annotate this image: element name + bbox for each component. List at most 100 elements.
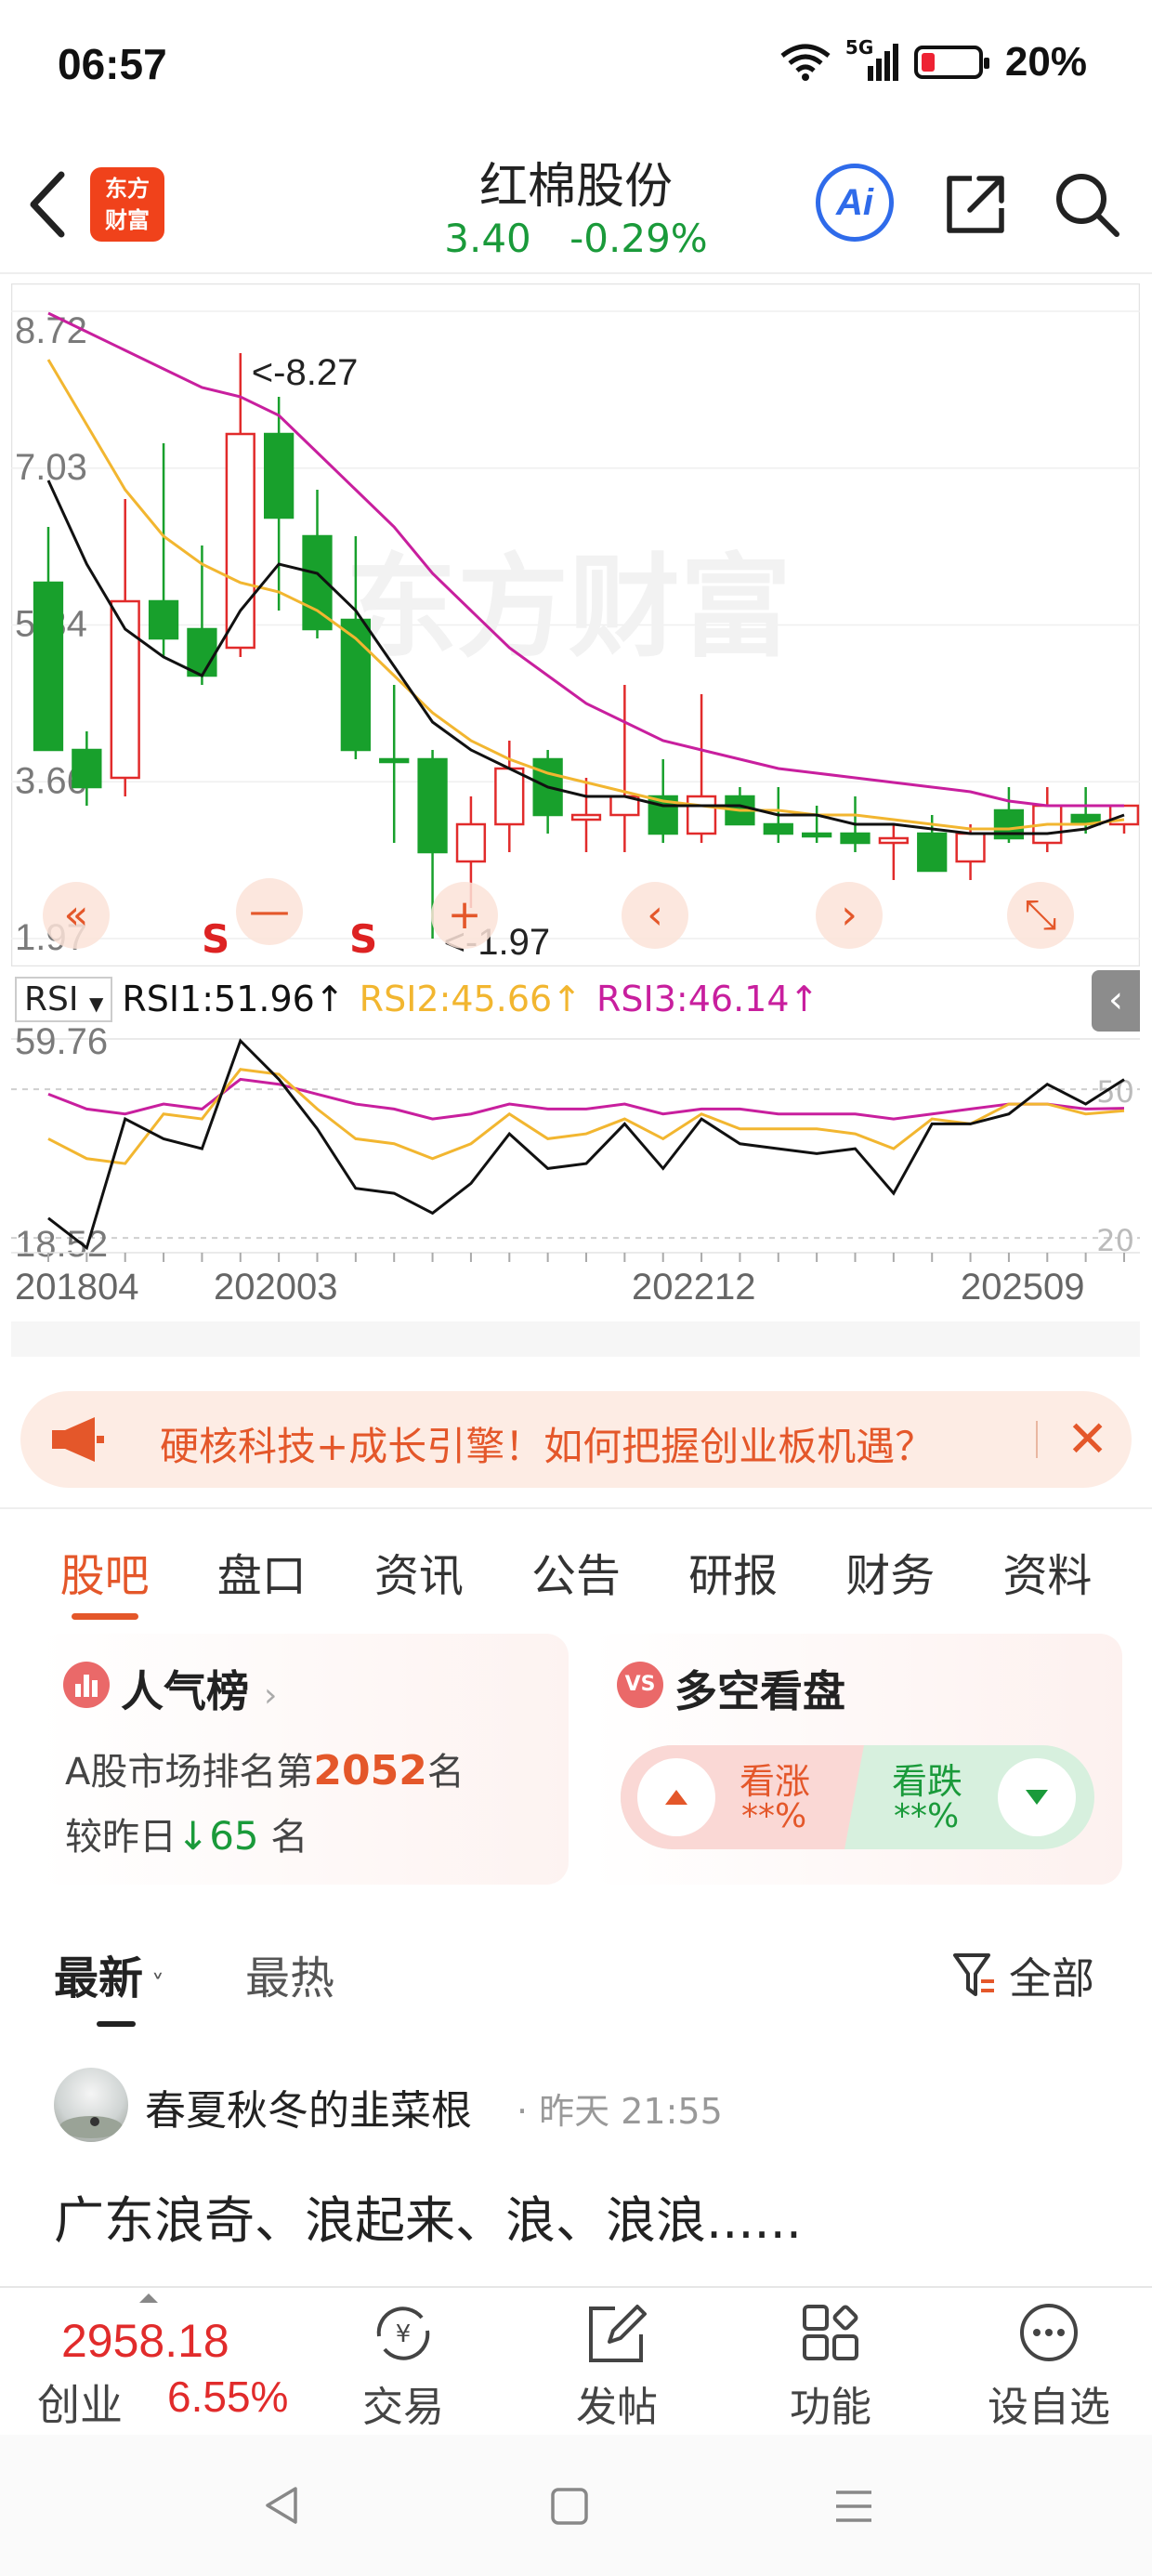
close-icon[interactable]: ✕ [1067,1410,1108,1468]
vote-up-label: 看涨 [740,1761,811,1802]
tab-guba[interactable]: 股吧 [60,1509,150,1620]
candle-body [570,813,602,821]
candle-body [802,832,832,838]
price-tick-label: 8.72 [15,310,87,351]
tab-announcements[interactable]: 公告 [531,1509,621,1619]
rsi1-value: RSI1:51.96↑ [122,979,345,1019]
rewind-icon-glyph: « [64,891,89,939]
chart-footer [11,1321,1140,1357]
filter-button[interactable]: 全部 [951,1945,1094,2006]
feed-tab-latest[interactable]: 最新 ˅ [54,1941,164,2006]
high-marker: <-8.27 [252,352,359,393]
sell-signal: S [202,916,229,962]
bar-chart-icon [63,1662,110,1708]
sentiment-card[interactable]: VS 多空看盘 看涨 **% 看跌 **% [591,1634,1122,1885]
nav-back-icon[interactable] [262,2485,303,2526]
add-watchlist-button[interactable]: 设自选 [979,2301,1119,2433]
functions-button[interactable]: 功能 [766,2301,896,2433]
expand-icon-glyph: ⤡ [1024,891,1056,939]
feed-tab-indicator [97,2021,136,2027]
zoom-out-icon-glyph: — [249,887,290,935]
stock-header: 东方 财富 红棉股份 3.40 -0.29% Ai [0,139,1152,274]
zoom-in-icon-glyph: + [448,891,482,939]
candle-body [878,836,909,845]
nav-menu-icon[interactable] [832,2487,875,2526]
banner-text: 硬核科技+成长引擎！如何把握创业板机遇？ [160,1424,935,1469]
candle-body [840,832,871,845]
avatar[interactable] [54,2068,128,2142]
kline-chart[interactable]: 8.727.035.343.661.97东方财富<-8.27<-1.97SS«—… [11,283,1140,966]
ai-assistant-button[interactable]: Ai [816,164,894,242]
tab-pankou[interactable]: 盘口 [217,1509,307,1619]
tab-research[interactable]: 研报 [688,1509,778,1619]
date-label: 201804 [15,1267,138,1308]
rank-line: A股市场排名第2052名 [65,1741,465,1795]
rank-prefix: A股市场排名第 [65,1751,314,1794]
promo-banner[interactable]: 硬核科技+成长引擎！如何把握创业板机遇？ ✕ [20,1391,1132,1488]
vote-down-button[interactable] [998,1758,1076,1836]
candle-body [455,822,487,863]
vote-down-label: 看跌 [892,1761,963,1802]
vs-icon: VS [617,1662,663,1708]
rank-value: 2052 [313,1747,427,1794]
candle-body [264,432,295,519]
tab-finance[interactable]: 财务 [845,1509,935,1619]
search-button[interactable] [1050,167,1124,242]
indicator-selector[interactable]: RSI ▼ [15,976,113,1022]
status-icons: 5G 20% [779,36,1087,85]
index-change: 6.55% [167,2372,289,2421]
change-prefix: 较昨日 [65,1816,177,1859]
battery-icon [913,46,989,79]
sentiment-title: 多空看盘 [674,1666,845,1716]
stock-chart[interactable]: 8.727.035.343.661.97东方财富<-8.27<-1.97SS«—… [11,283,1140,1368]
date-label: 202003 [214,1267,337,1308]
megaphone-icon [52,1417,104,1462]
candle-body [763,822,793,835]
arrow-down-icon: ↓ [177,1813,210,1859]
tab-news[interactable]: 资讯 [374,1509,464,1619]
share-button[interactable] [938,167,1013,242]
indicator-name: RSI [24,979,79,1019]
index-value: 2958.18 [61,2315,229,2367]
stock-price: 3.40 [444,216,531,261]
rsi2-value: RSI2:45.66↑ [359,979,583,1019]
filter-icon [953,1953,994,1996]
candle-body [417,757,448,854]
sell-signal: S [349,916,377,962]
chevron-left-icon-glyph: ‹ [647,891,663,939]
trade-icon: ¥ [376,2307,430,2360]
more-icon [1020,2304,1078,2361]
rsi3-value: RSI3:46.14↑ [596,979,819,1019]
post-meta: · 昨天 21:55 [517,2091,723,2132]
candle-body [955,832,986,863]
chevron-right-icon-glyph: › [841,891,857,939]
vote-up-button[interactable] [637,1758,715,1836]
feed-tabs: 最新 ˅ 最热 全部 [0,1938,1152,2031]
candle-body [33,581,64,752]
popularity-card[interactable]: 人气榜 › A股市场排名第2052名 较昨日↓65 名 [37,1634,569,1885]
rsi3-line [47,1077,1125,1121]
post-button[interactable]: 发帖 [552,2301,682,2433]
post-item[interactable]: 春夏秋冬的韭菜根 · 昨天 21:55 广东浪奇、浪起来、浪、浪浪...... [0,2068,1152,2281]
feed-tab-latest-label: 最新 [54,1952,144,2004]
chevron-left-icon[interactable]: ‹ [1092,970,1140,1032]
feed-tab-hot[interactable]: 最热 [245,1941,334,2006]
rsi2-line [47,1068,1125,1165]
trade-label: 交易 [362,2384,444,2431]
trade-button[interactable]: ¥ 交易 [338,2301,468,2433]
rank-change-line: 较昨日↓65 名 [65,1807,308,1860]
chevron-down-icon: ˅ [143,1969,164,2000]
candle-body [72,748,102,789]
popularity-title: 人气榜 › [121,1658,277,1719]
tab-profile[interactable]: 资料 [1002,1509,1092,1619]
candle-body [686,795,717,835]
change-suffix: 名 [270,1816,308,1859]
status-time: 06:57 [58,40,167,88]
post-username[interactable]: 春夏秋冬的韭菜根 [145,2077,472,2136]
grid-icon [803,2305,858,2360]
stock-change: -0.29% [569,216,708,261]
add-watchlist-label: 设自选 [988,2384,1110,2431]
nav-home-icon[interactable] [550,2487,589,2526]
status-bar: 06:57 5G 20% [0,0,1152,139]
post-body[interactable]: 广东浪奇、浪起来、浪、浪浪...... [54,2179,802,2253]
